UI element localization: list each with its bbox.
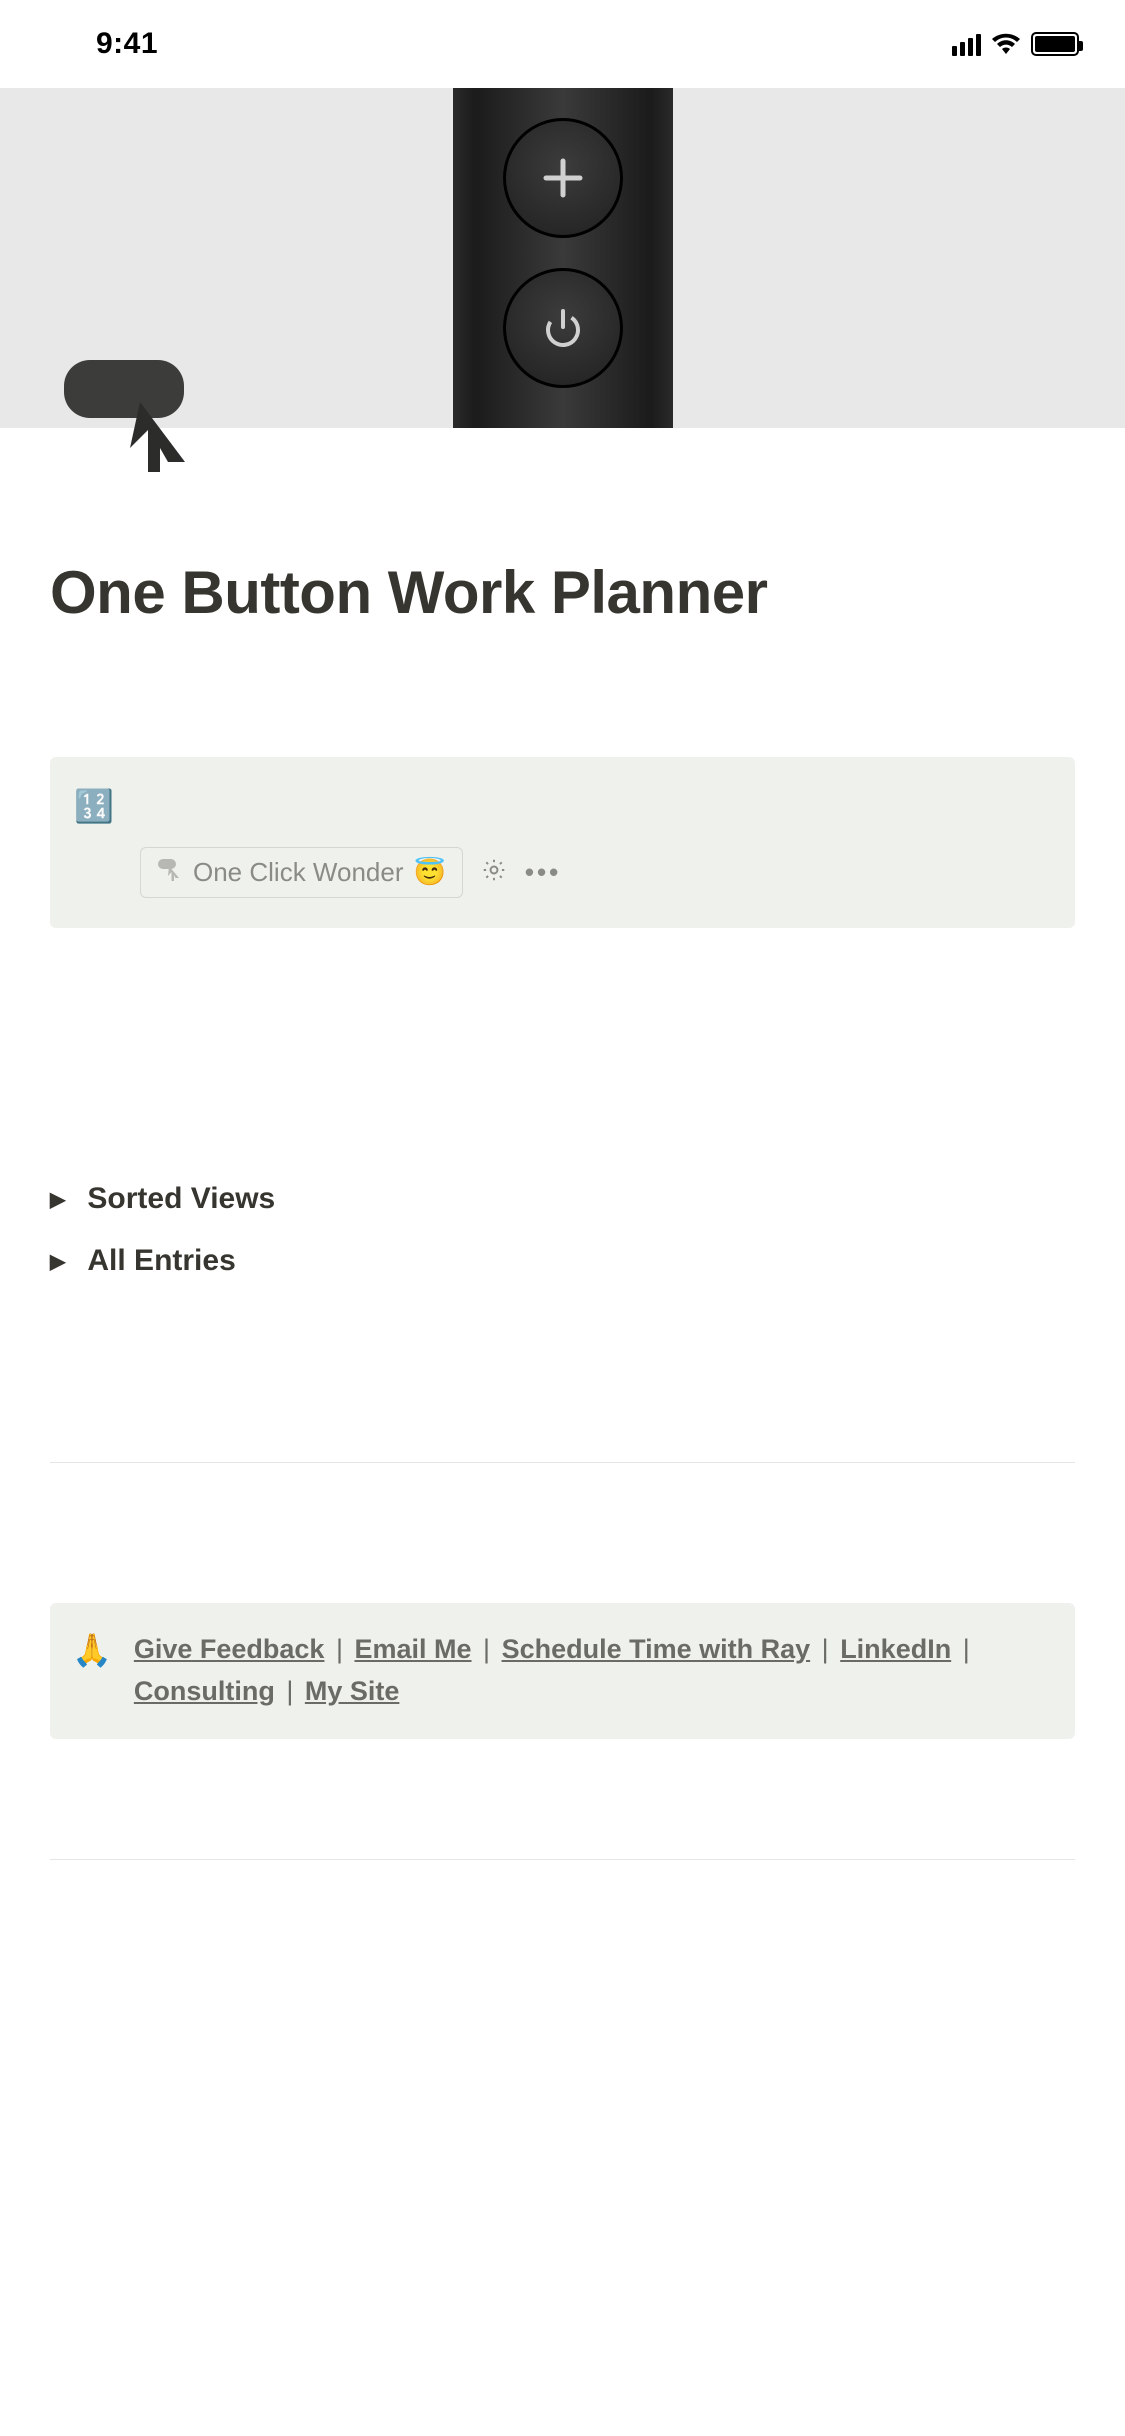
link-give-feedback[interactable]: Give Feedback: [134, 1634, 325, 1664]
separator: |: [328, 1634, 350, 1664]
footer-links-text: Give Feedback | Email Me | Schedule Time…: [134, 1629, 1053, 1713]
callout-button-row: One Click Wonder 😇 •••: [140, 847, 1051, 898]
wifi-icon: [991, 33, 1021, 55]
page-title[interactable]: One Button Work Planner: [50, 558, 1075, 627]
toggle-section: ▶ Sorted Views ▶ All Entries: [50, 1168, 1075, 1292]
callout-block: 🔢 One Click Wonder 😇 •••: [50, 757, 1075, 928]
link-schedule[interactable]: Schedule Time with Ray: [502, 1634, 811, 1664]
cover-plus-icon: [503, 118, 623, 238]
separator: |: [814, 1634, 836, 1664]
cover-power-icon: [503, 268, 623, 388]
toggle-label: Sorted Views: [87, 1182, 275, 1216]
status-time: 9:41: [96, 27, 158, 61]
separator: |: [955, 1634, 970, 1664]
one-click-wonder-label: One Click Wonder: [193, 857, 404, 888]
footer-callout: 🙏 Give Feedback | Email Me | Schedule Ti…: [50, 1603, 1075, 1739]
toggle-all-entries[interactable]: ▶ All Entries: [50, 1230, 1075, 1292]
toggle-sorted-views[interactable]: ▶ Sorted Views: [50, 1168, 1075, 1230]
more-icon[interactable]: •••: [525, 857, 561, 888]
status-bar: 9:41: [0, 0, 1125, 88]
link-my-site[interactable]: My Site: [305, 1676, 400, 1706]
pray-emoji-icon: 🙏: [72, 1631, 112, 1669]
separator: |: [476, 1634, 498, 1664]
one-click-wonder-button[interactable]: One Click Wonder 😇: [140, 847, 463, 898]
link-consulting[interactable]: Consulting: [134, 1676, 275, 1706]
toggle-label: All Entries: [87, 1244, 235, 1278]
pointer-rect-icon: [157, 856, 183, 889]
toggle-triangle-icon: ▶: [50, 1187, 65, 1212]
gear-icon[interactable]: [481, 857, 507, 888]
link-linkedin[interactable]: LinkedIn: [840, 1634, 951, 1664]
link-email-me[interactable]: Email Me: [354, 1634, 471, 1664]
numbers-emoji-icon: 🔢: [74, 788, 114, 824]
halo-emoji-icon: 😇: [414, 857, 446, 888]
cellular-icon: [952, 32, 981, 56]
page-content: One Button Work Planner 🔢 One Click Wond…: [0, 558, 1125, 1860]
page-header: [0, 88, 1125, 428]
status-indicators: [952, 32, 1079, 56]
page-icon[interactable]: [60, 350, 190, 480]
toggle-triangle-icon: ▶: [50, 1249, 65, 1274]
separator: |: [279, 1676, 301, 1706]
callout-emoji-row: 🔢: [74, 787, 1051, 825]
cover-remote-device: [453, 88, 673, 428]
divider: [50, 1462, 1075, 1463]
battery-icon: [1031, 32, 1079, 56]
divider: [50, 1859, 1075, 1860]
